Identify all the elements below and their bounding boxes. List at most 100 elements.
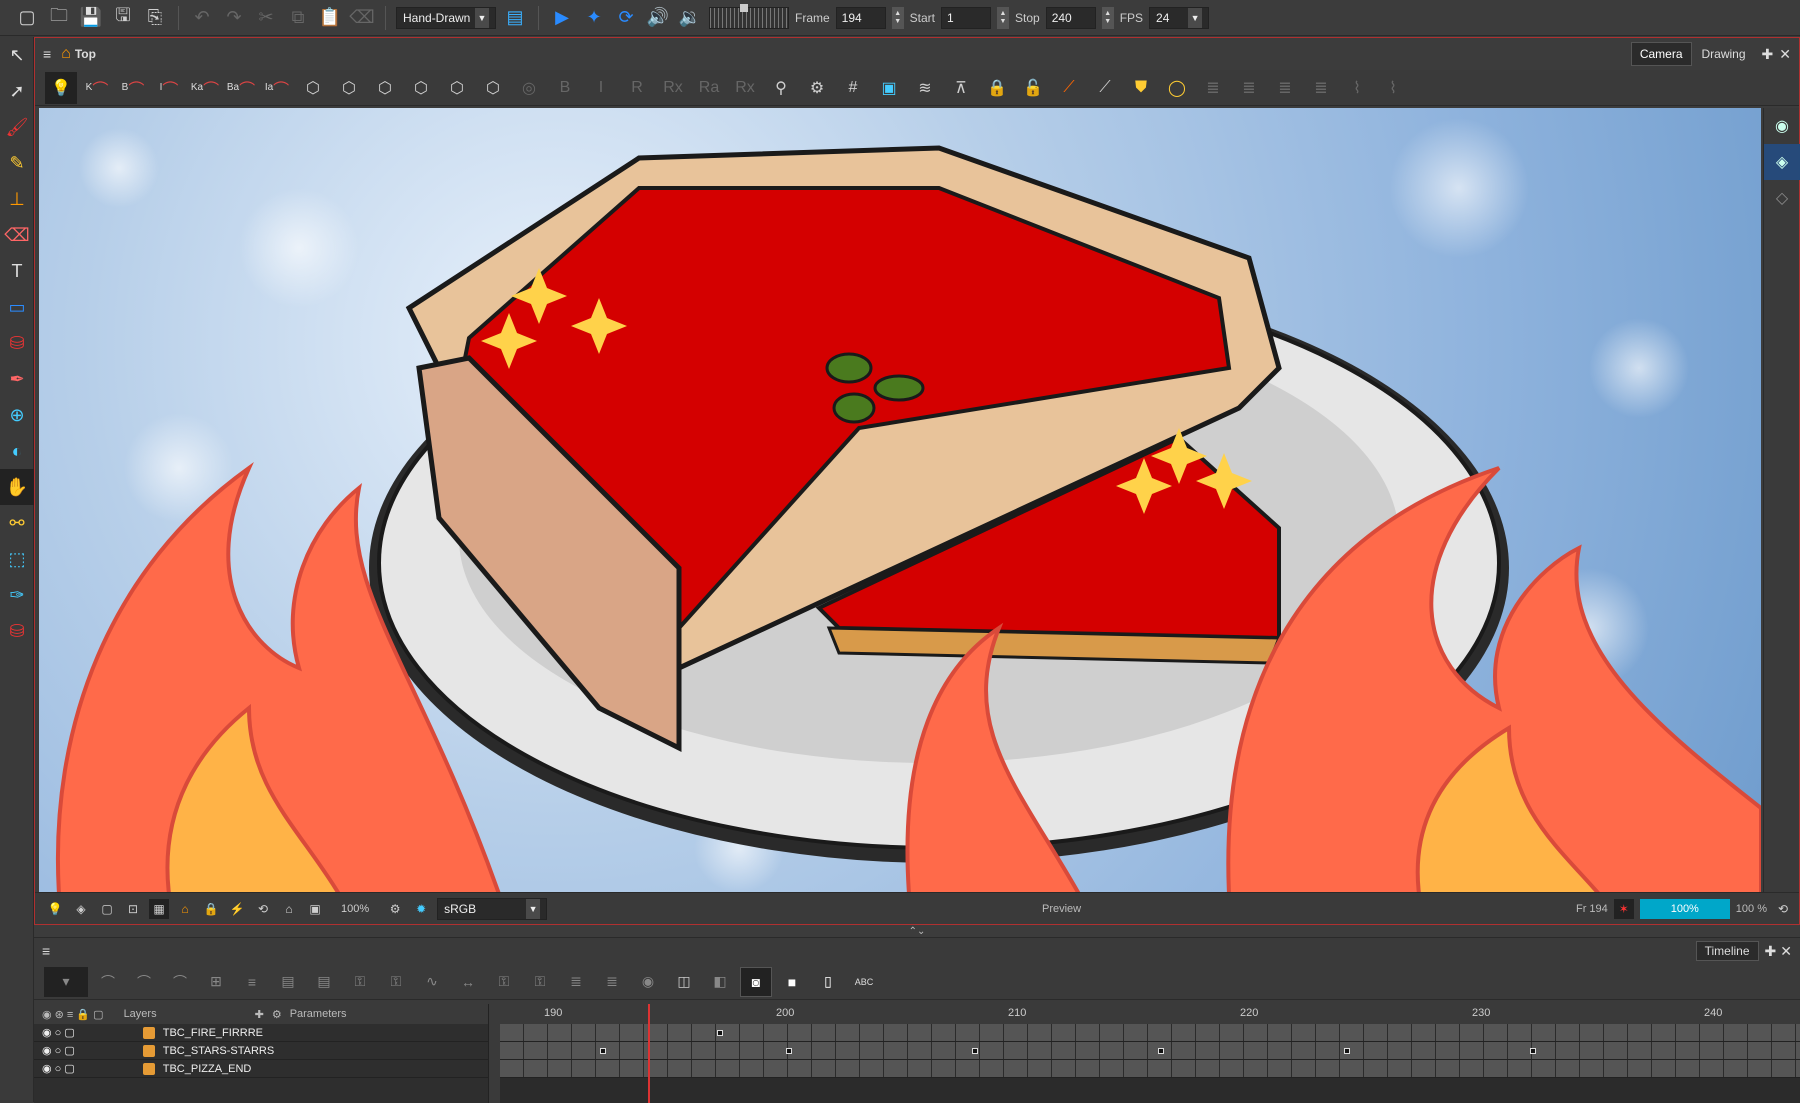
redo-icon[interactable]: ↷ (221, 5, 247, 31)
add-layer-icon[interactable]: ⊞ (200, 967, 232, 997)
frame-stepper[interactable]: ▲ ▼ (891, 6, 904, 29)
keyframe[interactable] (972, 1048, 978, 1054)
pin-icon[interactable]: ⚲ (765, 72, 797, 104)
tab-camera[interactable]: Camera (1630, 42, 1692, 66)
stop-stepper[interactable]: ▲ ▼ (1101, 6, 1114, 29)
keyframe[interactable] (1530, 1048, 1536, 1054)
pivot-tool-icon[interactable]: ⊕ (0, 397, 34, 433)
camera-icon[interactable]: ⊡ (123, 899, 143, 919)
ease-icon[interactable]: ⌒ (92, 967, 124, 997)
frame-row[interactable] (500, 1024, 1800, 1042)
play-icon[interactable]: ▶ (549, 5, 575, 31)
zoom-label[interactable]: 100% (341, 903, 369, 915)
contour-editor-icon[interactable]: ➚ (0, 73, 34, 109)
stop-icon[interactable]: ■ (776, 967, 808, 997)
grid-icon[interactable]: # (837, 72, 869, 104)
frame-view-icon[interactable]: ◙ (740, 966, 772, 997)
visibility-icon[interactable]: ◉ ⊛ ≡ 🔒 ▢ (42, 1008, 104, 1021)
pen-tool-icon[interactable]: ✑ (0, 577, 34, 613)
start-stepper[interactable]: ▲ ▼ (997, 6, 1010, 29)
line-icon[interactable]: ⟋ (1089, 72, 1121, 104)
dropper-tool-icon[interactable]: ✒ (0, 361, 34, 397)
lock-icon[interactable]: 🔒 (981, 72, 1013, 104)
spray-tool-icon[interactable]: ⛁ (0, 613, 34, 649)
key-tool-b[interactable]: B ⌒ (117, 72, 149, 104)
copy-icon[interactable]: ⧉ (285, 5, 311, 31)
unlock-icon[interactable]: 🔓 (1017, 72, 1049, 104)
sun-icon[interactable]: ✹ (411, 899, 431, 919)
layer-toggle-icon[interactable]: ◉ ○ ▢ (42, 1044, 75, 1057)
bell-icon[interactable]: ⛊ (1125, 72, 1157, 104)
transform-tool-icon[interactable]: ⬚ (0, 541, 34, 577)
timeline-title[interactable]: Timeline (1695, 941, 1759, 961)
save-icon[interactable]: 💾 (78, 5, 104, 31)
layer-row[interactable]: ◉ ○ ▢ TBC_FIRE_FIRRRE (34, 1024, 488, 1042)
onion-skin-icon[interactable]: ≋ (909, 72, 941, 104)
keyframe[interactable] (717, 1030, 723, 1036)
text-tool-icon[interactable]: T (0, 253, 34, 289)
lightbulb-icon[interactable]: 💡 (45, 71, 77, 104)
group-icon[interactable]: ▤ (308, 967, 340, 997)
lock-icon[interactable]: 🔒 (201, 899, 221, 919)
save-as-icon[interactable]: 🖫 (110, 5, 136, 31)
onion-icon[interactable]: ▦ (149, 898, 169, 919)
peg-tool-icon[interactable]: ⬡ (405, 72, 437, 104)
blank-icon[interactable]: ◧ (704, 967, 736, 997)
key-icon[interactable]: ⚿ (380, 967, 412, 997)
layers-icon[interactable]: ◈ (71, 899, 91, 919)
eye-icon[interactable]: ◉ (632, 967, 664, 997)
import-icon[interactable]: ⎘ (142, 5, 168, 31)
layer-row[interactable]: ◉ ○ ▢ TBC_STARS-STARRS (34, 1042, 488, 1060)
timeline-frames[interactable]: 190 200 210 220 230 240 (500, 1004, 1800, 1103)
peg-tool-icon[interactable]: ⬡ (477, 72, 509, 104)
bone-tool-icon[interactable]: ⚯ (0, 505, 34, 541)
sound-icon[interactable]: 🔊 (645, 5, 671, 31)
keyframe[interactable] (1344, 1048, 1350, 1054)
eye-icon[interactable]: ◉ (1764, 108, 1800, 144)
close-icon[interactable]: ✕ (1780, 943, 1792, 960)
split-icon[interactable]: ◫ (668, 967, 700, 997)
render-preview-icon[interactable]: ▤ (502, 5, 528, 31)
keyframe[interactable] (1158, 1048, 1164, 1054)
playback-speed-slider[interactable] (709, 3, 789, 29)
playhead[interactable] (648, 1004, 650, 1103)
panel-splitter[interactable]: ⌃⌄ (34, 925, 1800, 937)
key-tool-i[interactable]: I ⌒ (153, 72, 185, 104)
group-icon[interactable]: ▤ (272, 967, 304, 997)
eraser-tool-icon[interactable]: ⌫ (0, 217, 34, 253)
hand-tool-icon[interactable]: ✋ (0, 469, 34, 505)
frame-row[interactable] (500, 1060, 1800, 1078)
peg-tool-icon[interactable]: ⬡ (297, 72, 329, 104)
paste-icon[interactable]: 📋 (317, 5, 343, 31)
stamp-tool-icon[interactable]: ⊥ (0, 181, 34, 217)
stop-field[interactable]: 240 (1045, 6, 1096, 29)
frame-icon[interactable]: ▢ (97, 899, 117, 919)
key-tool-ba[interactable]: Ba ⌒ (225, 72, 257, 104)
new-scene-icon[interactable]: ▢ (14, 5, 40, 31)
zoom-box[interactable]: 100% (1639, 898, 1730, 919)
undo-icon[interactable]: ↶ (189, 5, 215, 31)
menu-icon[interactable]: ≡ (42, 943, 50, 959)
render-mode-select[interactable]: Hand-Drawn ▼ (396, 6, 496, 29)
ruler-icon[interactable]: ⟋ (1053, 72, 1085, 104)
layer-color-select[interactable]: ▾ (44, 966, 88, 997)
add-layer-icon[interactable]: ✚ (255, 1008, 264, 1021)
mirror-icon[interactable]: ◯ (1161, 72, 1193, 104)
safe-area-icon[interactable]: ▣ (873, 72, 905, 104)
keyframe[interactable] (600, 1048, 606, 1054)
peg-tool-icon[interactable]: ⬡ (369, 72, 401, 104)
key-icon[interactable]: ⚿ (488, 967, 520, 997)
frame-ruler[interactable]: 190 200 210 220 230 240 (500, 1004, 1800, 1024)
keyframe[interactable] (786, 1048, 792, 1054)
menu-icon[interactable]: ≡ (43, 46, 51, 62)
close-icon[interactable]: ✕ (1779, 46, 1791, 63)
layer-options-icon[interactable]: ⚙ (272, 1008, 282, 1021)
brush-tool-icon[interactable]: 🖌 (0, 109, 34, 145)
drawing-canvas[interactable] (39, 108, 1761, 894)
select-tool-icon[interactable]: ↖ (0, 37, 34, 73)
add-view-icon[interactable]: ✚ (1762, 46, 1774, 63)
peg-tool-icon[interactable]: ⬡ (333, 72, 365, 104)
color-space-select[interactable]: sRGB ▼ (437, 897, 548, 920)
stack-icon[interactable]: ≣ (596, 967, 628, 997)
peg-tool-icon[interactable]: ⬡ (441, 72, 473, 104)
